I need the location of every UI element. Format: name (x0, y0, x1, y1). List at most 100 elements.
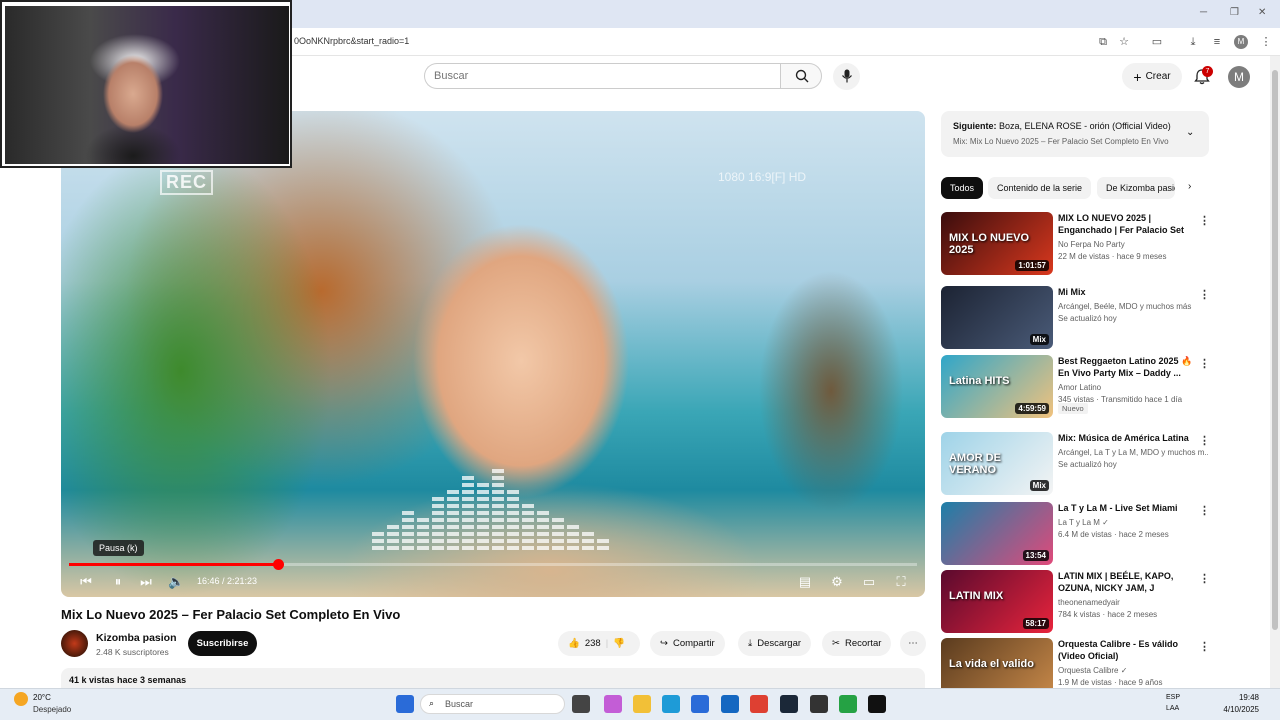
recommendation-channel[interactable]: No Ferpa No Party (1058, 240, 1208, 249)
steam-icon[interactable] (780, 695, 798, 713)
video-thumbnail[interactable]: MIX LO NUEVO 2025 1:01:57 (941, 212, 1053, 275)
tiktok-icon[interactable] (868, 695, 886, 713)
pause-tooltip: Pausa (k) (93, 540, 144, 556)
pause-icon[interactable]: ⏸ (110, 574, 126, 590)
fullscreen-icon[interactable]: ⛶ (893, 574, 909, 590)
search-input[interactable] (434, 64, 764, 88)
recommendation-item[interactable]: AMOR DE VERANO Mix Mix: Música de América … (941, 432, 1210, 496)
close-window-icon[interactable]: ✕ (1258, 7, 1266, 18)
recommendation-item[interactable]: 13:54 La T y La M - Live Set Miami La T y … (941, 502, 1210, 566)
maximize-icon[interactable]: ❐ (1230, 7, 1239, 18)
minimize-icon[interactable]: ─ (1200, 7, 1207, 18)
more-vertical-icon[interactable]: ⋮ (1199, 640, 1210, 653)
recommendation-item[interactable]: Latina HITS 4:59:59 Best Reggaeton Latino … (941, 355, 1210, 419)
recommendation-channel[interactable]: Arcángel, Beéle, MDO y muchos más (1058, 302, 1208, 311)
more-actions-button[interactable]: ⋯ (900, 631, 926, 656)
recommendation-title[interactable]: Orquesta Calibre - Es válido (Video Ofic… (1058, 638, 1194, 662)
theater-mode-icon[interactable]: ▭ (861, 574, 877, 590)
outlook-icon[interactable] (721, 695, 739, 713)
more-vertical-icon[interactable]: ⋮ (1199, 214, 1210, 227)
settings-gear-icon[interactable]: ⚙ (829, 574, 845, 590)
weather-temperature[interactable]: 20°C (33, 693, 51, 702)
channel-avatar[interactable] (61, 630, 88, 657)
install-app-icon[interactable]: ⧉ (1096, 35, 1110, 49)
more-vertical-icon[interactable]: ⋮ (1199, 288, 1210, 301)
task-view-icon[interactable] (572, 695, 590, 713)
chip-all[interactable]: Todos (941, 177, 984, 199)
more-vertical-icon[interactable]: ⋮ (1199, 504, 1210, 517)
recommendation-channel[interactable]: Orquesta Calibre ✓ (1058, 666, 1208, 675)
recommendation-title[interactable]: La T y La M - Live Set Miami (1058, 502, 1194, 514)
recommendation-channel[interactable]: Arcángel, La T y La M, MDO y muchos m... (1058, 448, 1208, 457)
account-avatar[interactable]: M (1228, 66, 1250, 88)
file-explorer-icon[interactable] (633, 695, 651, 713)
create-button[interactable]: + Crear (1122, 63, 1182, 90)
copilot-icon[interactable] (604, 695, 622, 713)
download-button[interactable]: ⤓ Descargar (738, 631, 812, 656)
recommendation-title[interactable]: MIX LO NUEVO 2025 | Enganchado | Fer Pal… (1058, 212, 1194, 236)
chip-channel[interactable]: De Kizomba pasión (1097, 177, 1175, 199)
previous-icon[interactable]: ⏮ (78, 574, 94, 590)
edge-icon[interactable] (662, 695, 680, 713)
subtitles-icon[interactable]: ▤ (797, 574, 813, 590)
like-count[interactable]: 238 (585, 638, 601, 649)
video-thumbnail[interactable]: 13:54 (941, 502, 1053, 565)
weather-sun-icon[interactable] (14, 692, 28, 706)
thumbs-down-icon[interactable]: 👎 (613, 638, 625, 649)
more-vertical-icon[interactable]: ⋮ (1199, 572, 1210, 585)
clock-date[interactable]: 4/10/2025 (1221, 705, 1259, 714)
thumbs-up-icon[interactable]: 👍 (568, 638, 580, 649)
up-next-prefix: Siguiente: (953, 121, 997, 131)
chevron-right-icon[interactable]: › (1188, 181, 1191, 192)
recommendation-channel[interactable]: La T y La M ✓ (1058, 518, 1208, 527)
recommendation-item[interactable]: Mix Mi Mix Arcángel, Beéle, MDO y muchos m… (941, 286, 1210, 350)
app-red-dot-icon[interactable] (810, 695, 828, 713)
windows-start-icon[interactable] (396, 695, 414, 713)
store-icon[interactable] (691, 695, 709, 713)
keyboard-layout[interactable]: LAA (1166, 705, 1179, 712)
next-icon[interactable]: ⏭ (138, 574, 154, 590)
bookmark-star-icon[interactable]: ☆ (1117, 35, 1131, 49)
thumbnail-text: La vida el valido (949, 658, 1034, 670)
subscribe-button[interactable]: Suscribirse (188, 631, 257, 656)
volume-icon[interactable]: 🔈 (168, 574, 184, 590)
download-icon[interactable]: ⤓ (1186, 35, 1200, 49)
thumbnail-text: LATIN MIX (949, 590, 1004, 602)
more-vertical-icon[interactable]: ⋮ (1199, 357, 1210, 370)
recommendation-title[interactable]: Best Reggaeton Latino 2025 🔥 En Vivo Par… (1058, 355, 1194, 379)
recommendation-title[interactable]: Mix: Música de América Latina (1058, 432, 1194, 444)
language-code[interactable]: ESP (1166, 694, 1180, 701)
video-thumbnail[interactable]: AMOR DE VERANO Mix (941, 432, 1053, 495)
scrollbar-thumb[interactable] (1272, 70, 1278, 630)
progress-scrubber[interactable] (273, 559, 284, 570)
weather-description[interactable]: Despejado (33, 705, 71, 714)
chevron-down-icon[interactable]: ⌄ (1186, 127, 1194, 138)
clip-button[interactable]: ✂ Recortar (822, 631, 892, 656)
search-button[interactable] (780, 63, 822, 89)
recommendation-channel[interactable]: Amor Latino (1058, 383, 1208, 392)
recommendation-item[interactable]: MIX LO NUEVO 2025 1:01:57 MIX LO NUEVO 202… (941, 212, 1210, 276)
voice-search-button[interactable] (833, 63, 860, 90)
more-vertical-icon[interactable]: ⋮ (1199, 434, 1210, 447)
share-button[interactable]: ↪ Compartir (650, 631, 725, 656)
recommendation-item[interactable]: LATIN MIX 58:17 LATIN MIX | BEÉLE, KAPO, O… (941, 570, 1210, 634)
recommendation-title[interactable]: LATIN MIX | BEÉLE, KAPO, OZUNA, NICKY JA… (1058, 570, 1194, 594)
video-duration: Mix (1029, 480, 1049, 491)
video-thumbnail[interactable]: LATIN MIX 58:17 (941, 570, 1053, 633)
whatsapp-green-icon[interactable] (839, 695, 857, 713)
up-next-panel[interactable] (941, 111, 1209, 157)
channel-name[interactable]: Kizomba pasion (96, 632, 177, 644)
browser-menu-icon[interactable]: ⋮ (1259, 35, 1273, 49)
video-thumbnail[interactable]: Latina HITS 4:59:59 (941, 355, 1053, 418)
video-thumbnail[interactable]: Mix (941, 286, 1053, 349)
url-text[interactable]: 0OoNKNrpbrc&start_radio=1 (294, 36, 409, 46)
clock-time[interactable]: 19:48 (1221, 693, 1259, 702)
recommendation-channel[interactable]: theonenamedyair (1058, 598, 1208, 607)
taskbar-search[interactable] (420, 694, 565, 714)
browser-profile-avatar[interactable]: M (1234, 35, 1248, 49)
chrome-icon[interactable] (750, 695, 768, 713)
side-panel-icon[interactable]: ▭ (1150, 35, 1164, 49)
queue-icon[interactable]: ≡ (1210, 35, 1224, 49)
recommendation-title[interactable]: Mi Mix (1058, 286, 1194, 298)
chip-series[interactable]: Contenido de la serie (988, 177, 1092, 199)
